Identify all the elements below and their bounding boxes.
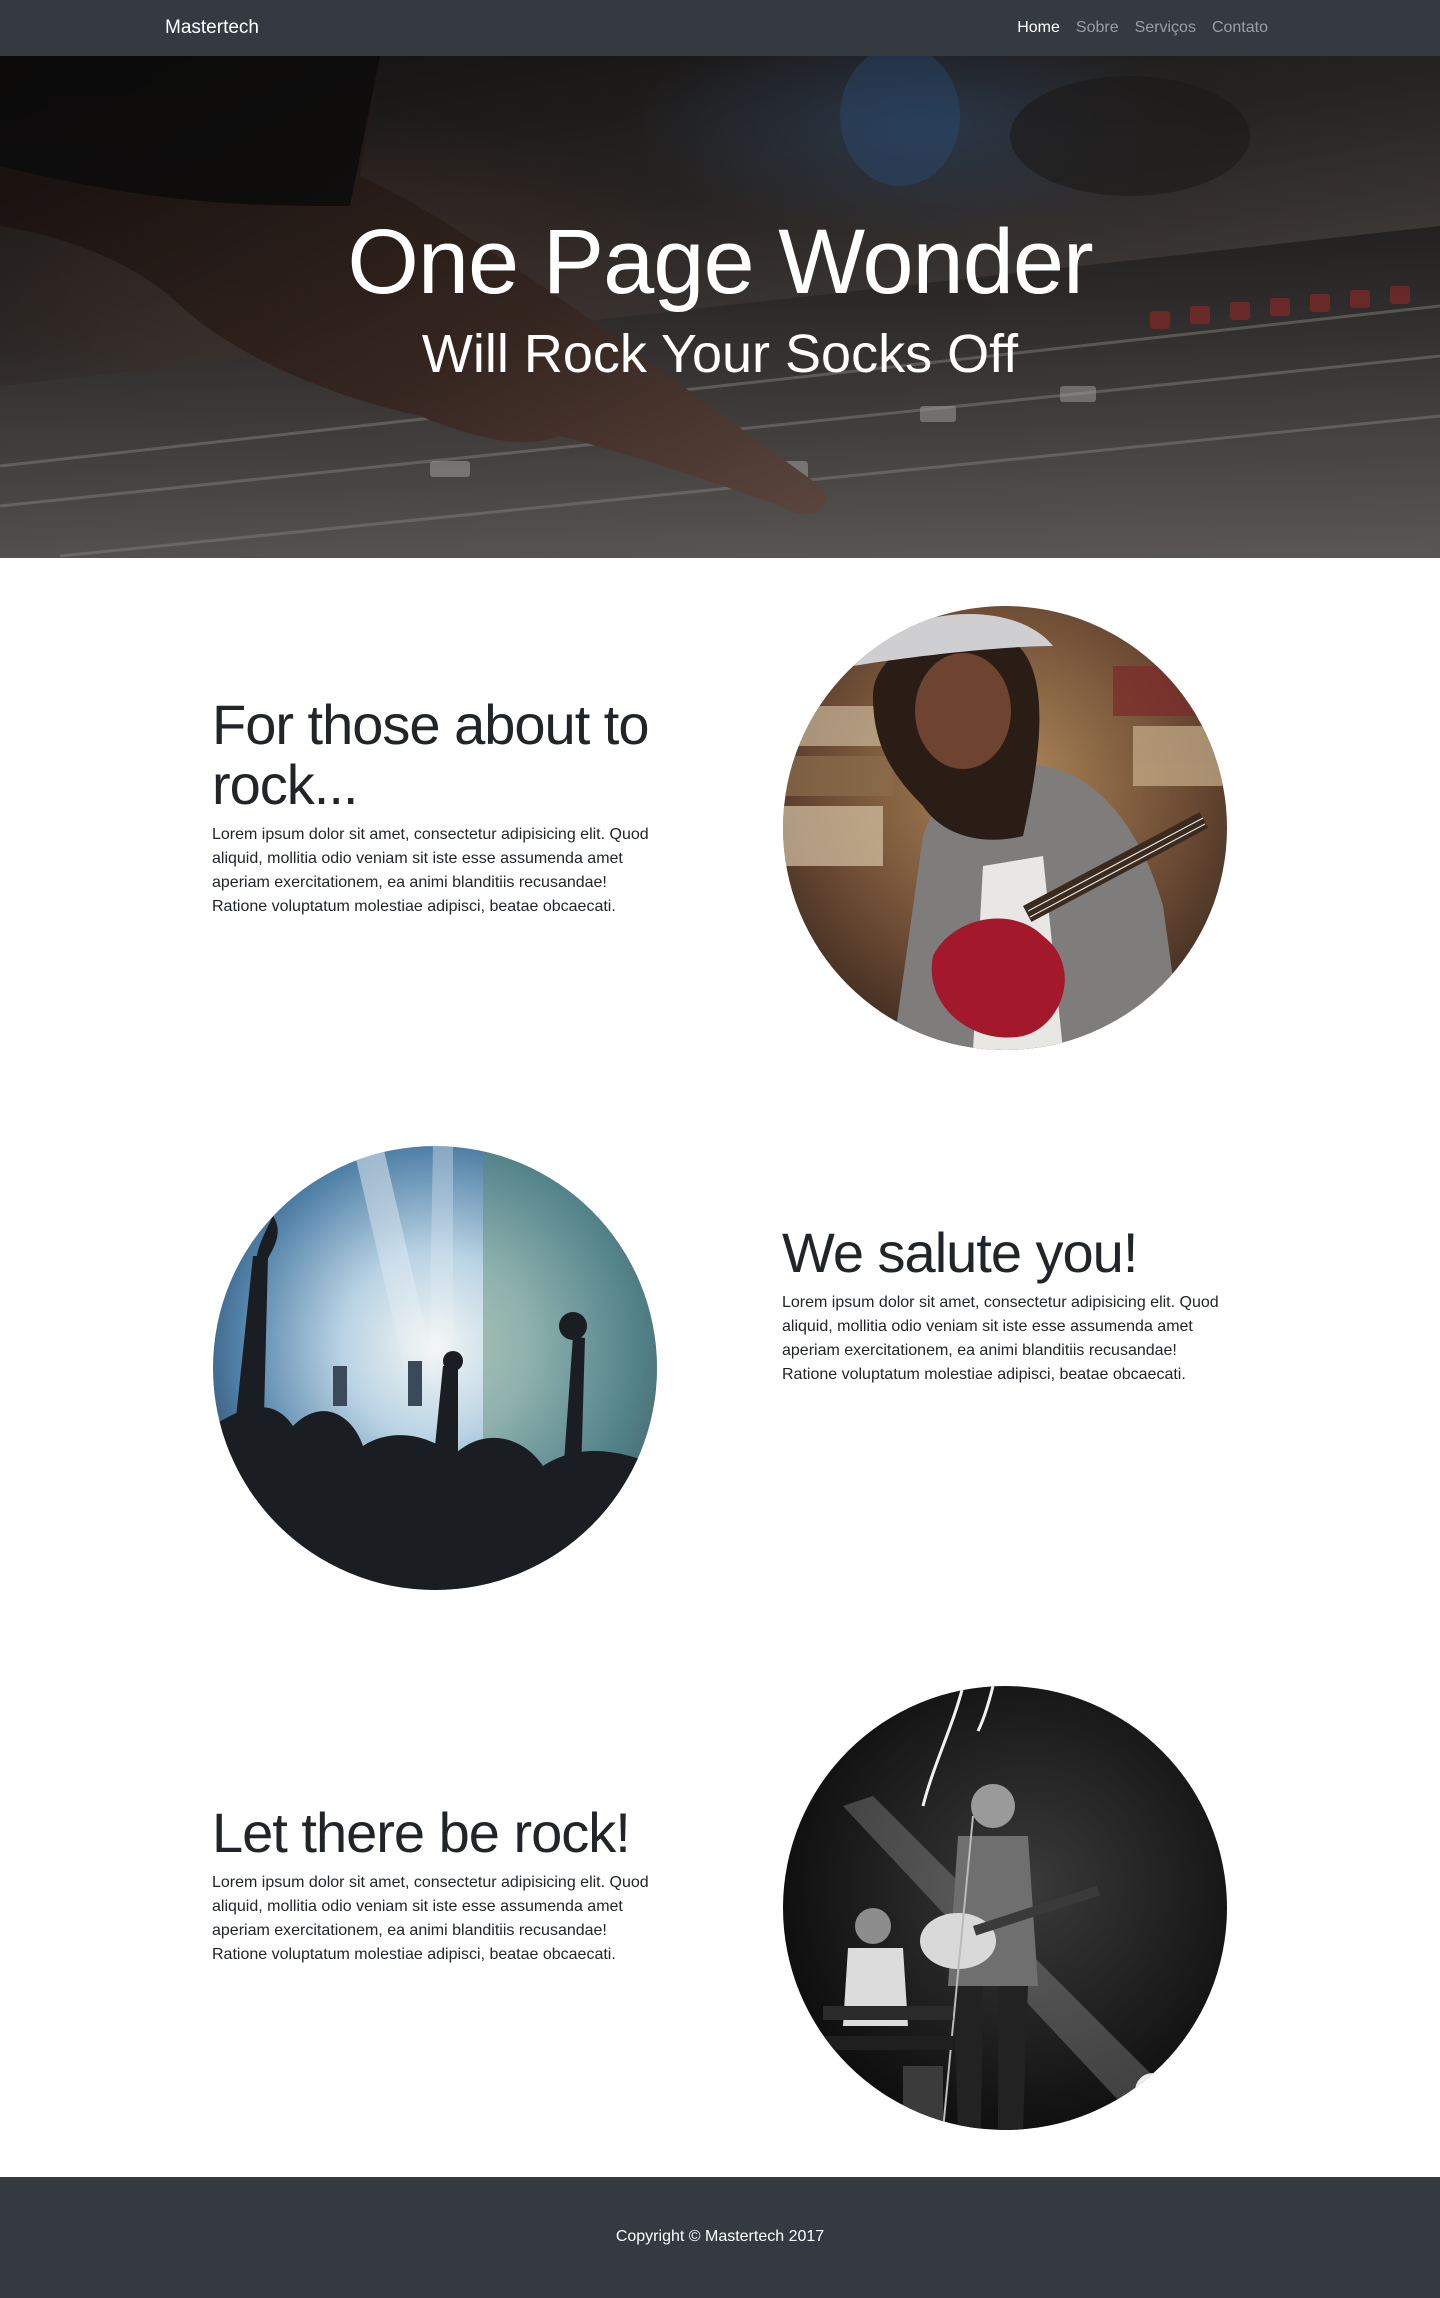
nav-menu: Home Sobre Serviços Contato [1017, 0, 1268, 56]
nav-item-home: Home [1017, 19, 1060, 37]
nav-item-contato: Contato [1212, 19, 1268, 37]
nav-item-sobre: Sobre [1076, 19, 1119, 37]
hero-title: One Page Wonder [347, 211, 1093, 313]
nav-link-sobre[interactable]: Sobre [1076, 19, 1119, 36]
nav-item-servicos: Serviços [1135, 19, 1196, 37]
navbar: Mastertech Home Sobre Serviços Contato [0, 0, 1440, 56]
footer-copyright: Copyright © Mastertech 2017 [615, 2228, 825, 2245]
feature-body: Lorem ipsum dolor sit amet, consectetur … [782, 1294, 1219, 1383]
feature-text-1: For those about to rock... Lorem ipsum d… [212, 695, 662, 919]
feature-section-1: For those about to rock... Lorem ipsum d… [0, 558, 1440, 1098]
nav-link-servicos[interactable]: Serviços [1135, 19, 1196, 36]
footer: Copyright © Mastertech 2017 [0, 2177, 1440, 2298]
hero-banner: One Page Wonder Will Rock Your Socks Off [0, 56, 1440, 558]
feature-body: Lorem ipsum dolor sit amet, consectetur … [212, 826, 649, 915]
band-image [783, 1686, 1227, 2130]
feature-section-2: We salute you! Lorem ipsum dolor sit ame… [0, 1098, 1440, 1638]
nav-link-contato[interactable]: Contato [1212, 19, 1268, 36]
hero-subtitle: Will Rock Your Socks Off [421, 324, 1019, 384]
feature-heading: We salute you! [782, 1221, 1138, 1284]
nav-link-home[interactable]: Home [1017, 19, 1060, 36]
brand-link[interactable]: Mastertech [165, 0, 259, 56]
feature-text-2: We salute you! Lorem ipsum dolor sit ame… [782, 1223, 1232, 1387]
feature-heading: For those about to rock... [212, 693, 650, 816]
feature-text-3: Let there be rock! Lorem ipsum dolor sit… [212, 1803, 662, 1967]
feature-heading: Let there be rock! [212, 1801, 631, 1864]
feature-body: Lorem ipsum dolor sit amet, consectetur … [212, 1874, 649, 1963]
feature-section-3: Let there be rock! Lorem ipsum dolor sit… [0, 1638, 1440, 2178]
guitarist-image [783, 606, 1227, 1050]
concert-image [213, 1146, 657, 1590]
